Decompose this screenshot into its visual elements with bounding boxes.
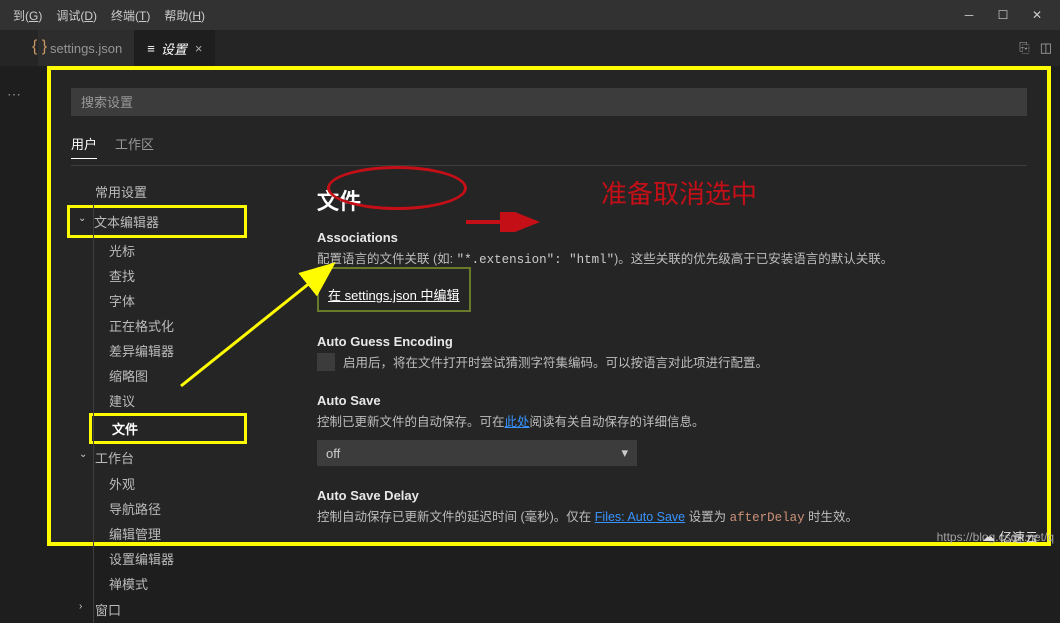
auto-save-select[interactable]: off ▾: [317, 440, 637, 466]
toc-formatting[interactable]: 正在格式化: [71, 313, 247, 338]
sliders-icon: ≡: [147, 41, 155, 56]
toc-minimap[interactable]: 缩略图: [71, 363, 247, 388]
window-maximize[interactable]: ☐: [986, 5, 1020, 25]
toc-suggestions[interactable]: 建议: [71, 388, 247, 413]
tab-settings-json[interactable]: settings.json: [38, 30, 135, 66]
toc-diff[interactable]: 差异编辑器: [71, 338, 247, 363]
toc-files[interactable]: 文件: [92, 416, 244, 441]
setting-desc: 控制自动保存已更新文件的延迟时间 (毫秒)。仅在 Files: Auto Sav…: [317, 506, 1021, 525]
menu-goto[interactable]: 到(G): [6, 5, 49, 26]
toc-font[interactable]: 字体: [71, 288, 247, 313]
checkbox[interactable]: [317, 353, 335, 371]
menu-bar: 到(G) 调试(D) 终端(T) 帮助(H) ─ ☐ ✕: [0, 0, 1060, 30]
toc-editor-mgmt[interactable]: 编辑管理: [71, 521, 247, 546]
setting-auto-save-delay: Auto Save Delay 控制自动保存已更新文件的延迟时间 (毫秒)。仅在…: [317, 488, 1021, 525]
chevron-down-icon: ⌄: [79, 449, 87, 460]
tab-settings[interactable]: ≡ 设置 ×: [135, 30, 215, 66]
auto-save-doc-link[interactable]: 此处: [505, 415, 530, 429]
setting-auto-save: Auto Save 控制已更新文件的自动保存。可在此处阅读有关自动保存的详细信息…: [317, 393, 1021, 466]
setting-label: Associations: [317, 230, 1021, 245]
window-minimize[interactable]: ─: [952, 5, 986, 25]
split-icon[interactable]: ◫: [1040, 40, 1052, 56]
json-icon: { }: [32, 38, 47, 56]
scope-tabs: 用户 工作区: [71, 134, 1027, 166]
select-value: off: [326, 446, 340, 461]
toc-workbench[interactable]: ⌄ 工作台: [71, 444, 247, 471]
edit-in-settings-json-link[interactable]: 在 settings.json 中编辑: [325, 283, 463, 306]
toc-text-editor[interactable]: ⌄ 文本编辑器: [70, 208, 244, 235]
toc-common[interactable]: 常用设置: [71, 178, 247, 205]
toc-appearance[interactable]: 外观: [71, 471, 247, 496]
open-json-icon[interactable]: ⎘: [1019, 40, 1029, 56]
menu-terminal[interactable]: 终端(T): [104, 5, 157, 26]
chevron-down-icon: ▾: [621, 445, 628, 461]
chevron-right-icon: ›: [79, 601, 82, 612]
close-icon[interactable]: ×: [195, 41, 203, 56]
settings-content: 文件 Associations 配置语言的文件关联 (如: "*.extensi…: [247, 178, 1027, 623]
setting-associations: Associations 配置语言的文件关联 (如: "*.extension"…: [317, 230, 1021, 312]
toc-breadcrumbs[interactable]: 导航路径: [71, 496, 247, 521]
setting-label: Auto Save: [317, 393, 1021, 408]
tab-label: settings.json: [50, 41, 122, 56]
scope-user[interactable]: 用户: [71, 134, 97, 159]
chevron-down-icon: ⌄: [78, 213, 86, 224]
cloud-icon: ☁: [982, 529, 995, 545]
toc-zen[interactable]: 禅模式: [71, 571, 247, 596]
scope-workspace[interactable]: 工作区: [115, 134, 154, 159]
files-auto-save-link[interactable]: Files: Auto Save: [595, 510, 685, 524]
toc-window[interactable]: › 窗口: [71, 596, 247, 623]
menu-debug[interactable]: 调试(D): [49, 5, 104, 26]
tab-label: 设置: [161, 39, 187, 58]
setting-label: Auto Save Delay: [317, 488, 1021, 503]
setting-label: Auto Guess Encoding: [317, 334, 1021, 349]
tab-bar: { } settings.json ≡ 设置 × ⎘ ◫: [0, 30, 1060, 66]
toc-cursor[interactable]: 光标: [71, 238, 247, 263]
setting-desc: 控制已更新文件的自动保存。可在此处阅读有关自动保存的详细信息。: [317, 411, 1021, 430]
search-input[interactable]: [71, 88, 1027, 116]
settings-editor-highlight: 用户 工作区 常用设置 ⌄ 文本编辑器 光标 查找 字体 正在格式化 差异编辑器: [47, 66, 1051, 546]
menu-help[interactable]: 帮助(H): [157, 5, 212, 26]
settings-toc: 常用设置 ⌄ 文本编辑器 光标 查找 字体 正在格式化 差异编辑器 缩略图 建议…: [71, 178, 247, 623]
activity-overflow-icon[interactable]: ⋯: [7, 86, 21, 103]
window-close[interactable]: ✕: [1020, 5, 1054, 25]
setting-desc: 配置语言的文件关联 (如: "*.extension": "html")。这些关…: [317, 248, 1021, 267]
section-heading: 文件: [317, 184, 1021, 216]
toc-find[interactable]: 查找: [71, 263, 247, 288]
brand-badge: ☁ 亿速云: [982, 527, 1038, 546]
setting-auto-guess-encoding: Auto Guess Encoding 启用后，将在文件打开时尝试猜测字符集编码…: [317, 334, 1021, 371]
setting-desc: 启用后，将在文件打开时尝试猜测字符集编码。可以按语言对此项进行配置。: [317, 352, 1021, 371]
